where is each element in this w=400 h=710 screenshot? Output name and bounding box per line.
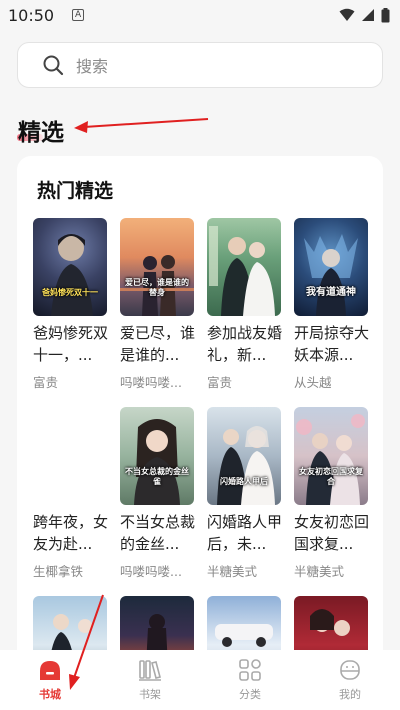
profile-icon [340, 660, 360, 680]
search-input[interactable]: 搜索 [17, 42, 383, 88]
book-item[interactable]: 不当女总裁的金丝雀 不当女总裁的金丝... 吗喽吗喽... [120, 407, 196, 580]
book-item[interactable]: 跨年夜，女友为赴... 生椰拿铁 [33, 407, 109, 580]
book-title: 女友初恋回国求复... [294, 513, 370, 553]
book-cover[interactable] [33, 407, 107, 505]
book-author: 生椰拿铁 [33, 564, 84, 579]
book-item[interactable]: 爸妈惨死双十一 爸妈惨死双十一，... 富贵 [33, 218, 109, 391]
book-cover-text: 我有道通神 [306, 287, 356, 298]
book-cover-text: 爱已尽，谁是谁的替身 [125, 278, 189, 297]
search-icon [43, 55, 64, 76]
status-icons [339, 7, 390, 23]
book-title: 闪婚路人甲后，未... [207, 513, 283, 553]
book-cover[interactable]: 爱已尽，谁是谁的替身 [120, 218, 194, 316]
notification-a-icon: A [72, 9, 85, 21]
book-author: 半糖美式 [207, 564, 258, 579]
book-item[interactable]: 闪婚路人甲后 闪婚路人甲后，未... 半糖美式 [207, 407, 283, 580]
book-cover[interactable]: 我有道通神 [294, 218, 368, 316]
status-time: 10:50 [8, 5, 55, 25]
book-author: 吗喽吗喽... [120, 375, 182, 390]
tab-profile[interactable]: 我的 [300, 650, 400, 710]
book-title: 爸妈惨死双十一，... [33, 324, 109, 364]
tab-label: 我的 [339, 688, 361, 701]
tab-label: 书架 [139, 688, 161, 701]
card-title: 热门精选 [37, 180, 114, 202]
book-title: 跨年夜，女友为赴... [33, 513, 109, 553]
book-author: 从头越 [294, 375, 332, 390]
search-placeholder: 搜索 [76, 57, 109, 76]
tab-bookshelf[interactable]: 书架 [100, 650, 200, 710]
cell-signal-icon [362, 9, 374, 21]
featured-card: 热门精选 爸妈惨死双十一 爸妈惨死双十一，... 富贵 爱已尽，谁是谁的替身 爱… [17, 156, 383, 676]
book-item[interactable]: 我有道通神 开局掠夺大妖本源... 从头越 [294, 218, 370, 391]
book-cover[interactable] [207, 218, 281, 316]
wifi-icon [339, 8, 355, 21]
bookstore-icon [40, 661, 60, 680]
battery-icon [381, 7, 390, 22]
tab-category[interactable]: 分类 [200, 650, 300, 710]
book-cover[interactable]: 不当女总裁的金丝雀 [120, 407, 194, 505]
book-author: 富贵 [33, 375, 59, 390]
tab-label: 分类 [239, 688, 261, 701]
book-cover-text: 女友初恋回国求复合 [299, 467, 363, 486]
status-bar: 10:50 A [0, 0, 400, 30]
book-author: 半糖美式 [294, 564, 345, 579]
arrow-to-heading-icon [74, 118, 209, 133]
bottom-tab-bar: 书城 书架 分类 我的 [0, 650, 400, 710]
category-grid-icon [239, 659, 261, 681]
bookshelf-icon [139, 660, 161, 681]
book-cover[interactable]: 爸妈惨死双十一 [33, 218, 107, 316]
book-title: 爱已尽，谁是谁的... [120, 324, 196, 364]
book-author: 吗喽吗喽... [120, 564, 182, 579]
book-item[interactable]: 爱已尽，谁是谁的替身 爱已尽，谁是谁的... 吗喽吗喽... [120, 218, 196, 391]
book-item[interactable]: 参加战友婚礼，新... 富贵 [207, 218, 283, 391]
book-cover-text: 不当女总裁的金丝雀 [125, 467, 189, 486]
book-cover-text: 闪婚路人甲后 [220, 477, 268, 486]
tab-bookstore[interactable]: 书城 [0, 650, 100, 710]
tab-label: 书城 [39, 688, 61, 701]
book-cover[interactable]: 女友初恋回国求复合 [294, 407, 368, 505]
book-title: 不当女总裁的金丝... [120, 513, 196, 553]
book-author: 富贵 [207, 375, 233, 390]
book-cover[interactable]: 闪婚路人甲后 [207, 407, 281, 505]
book-title: 参加战友婚礼，新... [207, 324, 283, 364]
book-title: 开局掠夺大妖本源... [294, 324, 370, 364]
section-heading: 精选 [18, 120, 64, 146]
book-item[interactable]: 女友初恋回国求复合 女友初恋回国求复... 半糖美式 [294, 407, 370, 580]
book-cover-text: 爸妈惨死双十一 [42, 288, 98, 297]
